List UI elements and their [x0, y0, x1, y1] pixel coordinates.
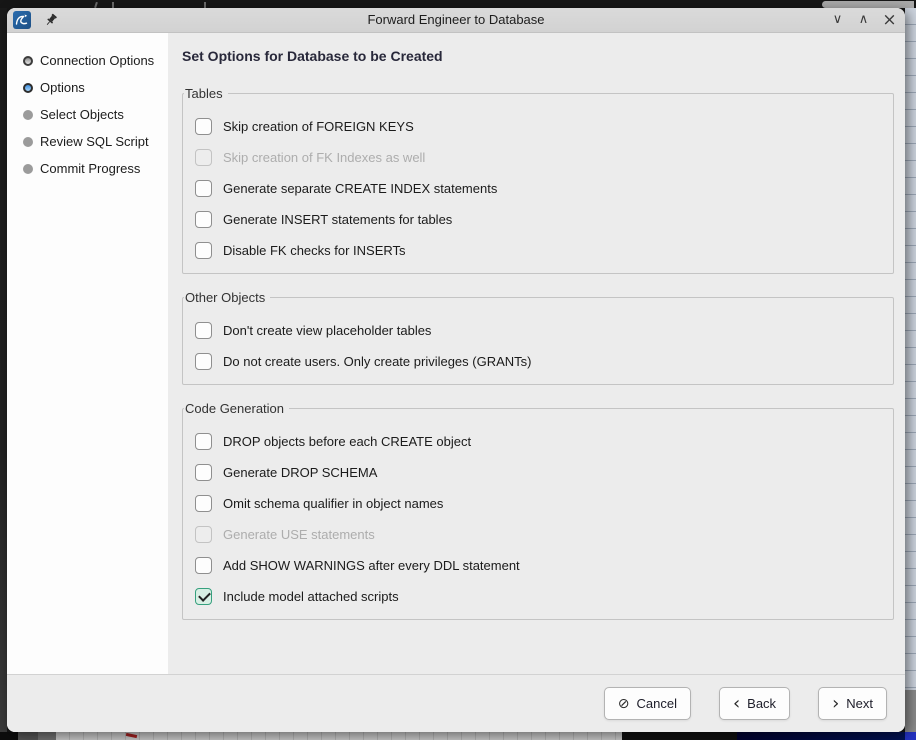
step-bullet-icon: [23, 56, 33, 66]
background-strip-segment: [622, 732, 737, 740]
background-strip-segment: [905, 732, 916, 740]
checkbox-label: Disable FK checks for INSERTs: [223, 243, 406, 258]
dialog-body: Connection Options Options Select Object…: [7, 33, 905, 674]
step-label: Select Objects: [40, 107, 124, 122]
dialog-titlebar[interactable]: Forward Engineer to Database ∨ ∧ ×: [7, 8, 905, 33]
background-strip-segment: [737, 732, 905, 740]
checkbox-label: DROP objects before each CREATE object: [223, 434, 471, 449]
background-scrollbar: [822, 1, 914, 8]
checkbox[interactable]: [195, 322, 212, 339]
group-title: Code Generation: [184, 401, 289, 417]
cancel-icon: ⊘: [618, 696, 630, 712]
back-button[interactable]: ‹ Back: [719, 687, 790, 720]
forward-engineer-dialog: Forward Engineer to Database ∨ ∧ × Conne…: [7, 8, 905, 732]
checkbox-row-separate-create-index: Generate separate CREATE INDEX statement…: [195, 180, 881, 197]
checkbox-row-add-show-warnings: Add SHOW WARNINGS after every DDL statem…: [195, 557, 881, 574]
window-controls: ∨ ∧ ×: [830, 8, 897, 32]
background-canvas-strip: [0, 732, 916, 740]
cancel-button[interactable]: ⊘ Cancel: [604, 687, 691, 720]
step-bullet-icon: [23, 164, 33, 174]
group-other-objects: Other Objects Don't create view placehol…: [182, 297, 894, 385]
checkbox-row-generate-use-statements: Generate USE statements: [195, 526, 881, 543]
shade-icon[interactable]: ∨: [830, 11, 845, 29]
step-bullet-icon: [23, 137, 33, 147]
checkbox-label: Generate INSERT statements for tables: [223, 212, 452, 227]
background-right-panel-footer: [905, 690, 916, 732]
checkbox-label: Do not create users. Only create privile…: [223, 354, 532, 369]
background-red-mark: [126, 733, 137, 738]
checkbox[interactable]: [195, 495, 212, 512]
group-tables: Tables Skip creation of FOREIGN KEYS Ski…: [182, 93, 894, 274]
checkbox-label: Generate separate CREATE INDEX statement…: [223, 181, 497, 196]
checkbox-row-no-view-placeholders: Don't create view placeholder tables: [195, 322, 881, 339]
background-strip-segment: [38, 732, 56, 740]
checkbox[interactable]: [195, 118, 212, 135]
checkbox-row-disable-fk-checks: Disable FK checks for INSERTs: [195, 242, 881, 259]
checkbox-label: Skip creation of FOREIGN KEYS: [223, 119, 414, 134]
cancel-label: Cancel: [636, 696, 676, 711]
wizard-steps-sidebar: Connection Options Options Select Object…: [7, 33, 168, 674]
checkbox[interactable]: [195, 211, 212, 228]
background-strip-segment: [18, 732, 38, 740]
background-menubar: [0, 0, 916, 8]
step-label: Options: [40, 80, 85, 95]
checkbox-row-generate-drop-schema: Generate DROP SCHEMA: [195, 464, 881, 481]
checkbox-label: Include model attached scripts: [223, 589, 399, 604]
next-button[interactable]: › Next: [818, 687, 887, 720]
checkbox-row-skip-fk-indexes: Skip creation of FK Indexes as well: [195, 149, 881, 166]
background-diagram-canvas: [56, 732, 622, 740]
dialog-title: Forward Engineer to Database: [7, 8, 905, 32]
checkbox[interactable]: [195, 242, 212, 259]
sidebar-item-options[interactable]: Options: [7, 74, 168, 101]
checkbox[interactable]: [195, 464, 212, 481]
step-label: Review SQL Script: [40, 134, 149, 149]
checkbox[interactable]: [195, 433, 212, 450]
checkbox[interactable]: [195, 588, 212, 605]
checkbox[interactable]: [195, 353, 212, 370]
checkbox-label: Skip creation of FK Indexes as well: [223, 150, 425, 165]
checkbox-label: Generate DROP SCHEMA: [223, 465, 377, 480]
checkbox-label: Generate USE statements: [223, 527, 375, 542]
sidebar-item-commit-progress[interactable]: Commit Progress: [7, 155, 168, 182]
group-code-generation: Code Generation DROP objects before each…: [182, 408, 894, 620]
checkbox[interactable]: [195, 557, 212, 574]
step-bullet-icon: [23, 83, 33, 93]
unshade-icon[interactable]: ∧: [856, 11, 871, 29]
page-title: Set Options for Database to be Created: [182, 48, 894, 64]
back-label: Back: [747, 696, 776, 711]
desktop-background: Forward Engineer to Database ∨ ∧ × Conne…: [0, 0, 916, 740]
chevron-right-icon: ›: [832, 697, 839, 711]
checkbox-label: Don't create view placeholder tables: [223, 323, 431, 338]
sidebar-item-connection-options[interactable]: Connection Options: [7, 47, 168, 74]
checkbox[interactable]: [195, 180, 212, 197]
group-title: Other Objects: [184, 290, 270, 306]
group-title: Tables: [184, 86, 228, 102]
dialog-button-bar: ⊘ Cancel ‹ Back › Next: [7, 674, 905, 732]
checkbox-row-generate-inserts: Generate INSERT statements for tables: [195, 211, 881, 228]
close-icon[interactable]: ×: [882, 11, 897, 29]
checkbox-row-include-attached-scripts: Include model attached scripts: [195, 588, 881, 605]
checkbox-row-drop-before-create: DROP objects before each CREATE object: [195, 433, 881, 450]
sidebar-item-review-sql-script[interactable]: Review SQL Script: [7, 128, 168, 155]
checkbox-row-omit-schema-qualifier: Omit schema qualifier in object names: [195, 495, 881, 512]
checkbox: [195, 526, 212, 543]
next-label: Next: [846, 696, 873, 711]
checkbox-row-skip-foreign-keys: Skip creation of FOREIGN KEYS: [195, 118, 881, 135]
checkbox-label: Add SHOW WARNINGS after every DDL statem…: [223, 558, 520, 573]
background-right-panel: [905, 8, 916, 690]
sidebar-item-select-objects[interactable]: Select Objects: [7, 101, 168, 128]
background-left-edge: [0, 8, 7, 740]
chevron-left-icon: ‹: [733, 697, 740, 711]
step-bullet-icon: [23, 110, 33, 120]
checkbox-label: Omit schema qualifier in object names: [223, 496, 443, 511]
options-page: Set Options for Database to be Created T…: [168, 33, 905, 674]
checkbox: [195, 149, 212, 166]
step-label: Commit Progress: [40, 161, 140, 176]
step-label: Connection Options: [40, 53, 154, 68]
checkbox-row-no-create-users: Do not create users. Only create privile…: [195, 353, 881, 370]
